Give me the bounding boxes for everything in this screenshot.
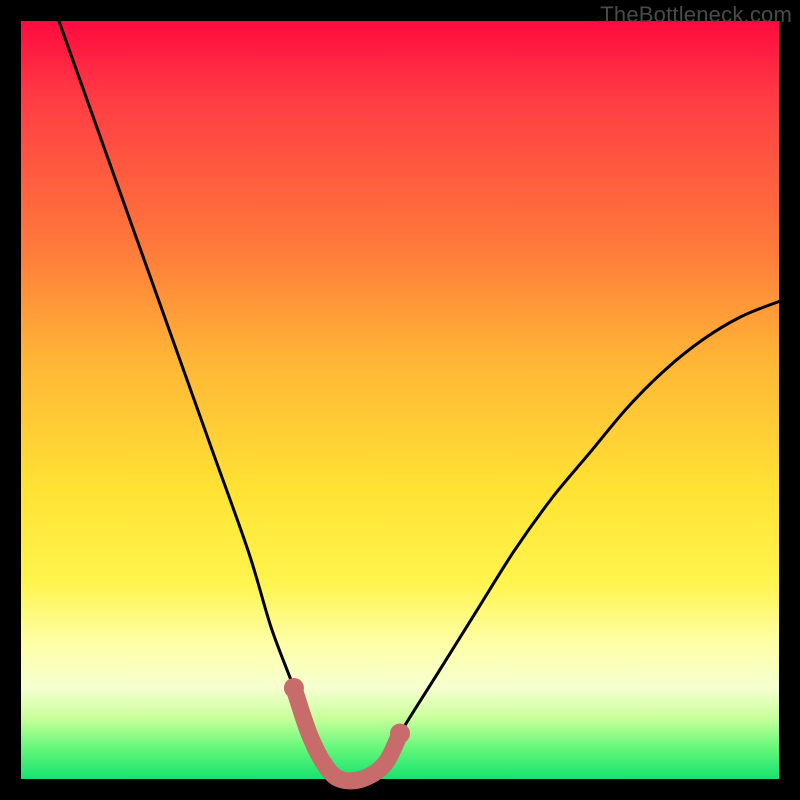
bottleneck-curve (59, 21, 779, 781)
chart-svg (21, 21, 779, 779)
trough-highlight (294, 688, 400, 781)
chart-frame: TheBottleneck.com (0, 0, 800, 800)
trough-endpoint-dot (284, 678, 304, 698)
chart-plot-area (21, 21, 779, 779)
trough-endpoint-dot (390, 724, 410, 744)
watermark-text: TheBottleneck.com (600, 2, 792, 28)
